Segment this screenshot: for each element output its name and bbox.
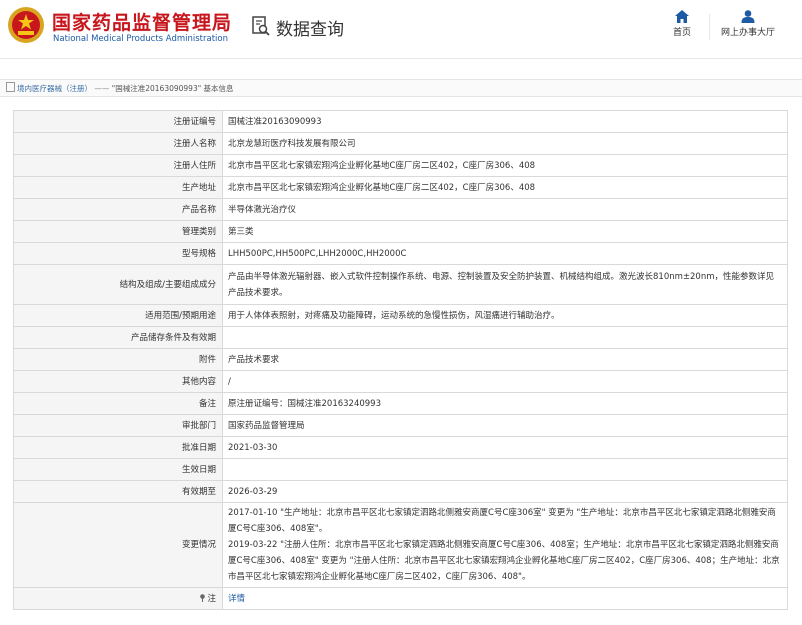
field-value: 北京市昌平区北七家镇宏翔鸿企业孵化基地C座厂房二区402，C座厂房306、408: [222, 176, 788, 199]
user-icon: [741, 10, 755, 23]
field-label: 备注: [13, 392, 223, 415]
document-icon: [6, 82, 15, 92]
field-label: 产品储存条件及有效期: [13, 326, 223, 349]
field-value: 2021-03-30: [222, 436, 788, 459]
change-entry: 2019-03-22 "注册人住所：北京市昌平区北七家镇定泗路北侧雅安商厦C号C…: [228, 540, 780, 582]
table-row: 注册人名称 北京龙慧珩医疗科技发展有限公司: [13, 132, 788, 155]
field-label: 注册人住所: [13, 154, 223, 177]
table-row: 审批部门 国家药品监督管理局: [13, 414, 788, 437]
field-label: 批准日期: [13, 436, 223, 459]
field-label: 结构及组成/主要组成成分: [13, 264, 223, 305]
org-name-cn[interactable]: 国家药品监督管理局: [52, 8, 232, 35]
field-value: [222, 458, 788, 481]
field-value: 国家药品监督管理局: [222, 414, 788, 437]
field-value: LHH500PC,HH500PC,LHH2000C,HH2000C: [222, 242, 788, 265]
detail-link[interactable]: 详情: [228, 594, 245, 604]
table-row: 有效期至 2026-03-29: [13, 480, 788, 503]
nav-service-hall-label: 网上办事大厅: [720, 28, 775, 38]
field-value: 2026-03-29: [222, 480, 788, 503]
table-row: 生效日期: [13, 458, 788, 481]
field-value: 北京市昌平区北七家镇宏翔鸿企业孵化基地C座厂房二区402，C座厂房306、408: [222, 154, 788, 177]
table-row: 其他内容 /: [13, 370, 788, 393]
change-entry: 2017-01-10 "生产地址：北京市昌平区北七家镇定泗路北侧雅安商厦C号C座…: [228, 508, 776, 534]
field-label: 附件: [13, 348, 223, 371]
pin-icon: [200, 593, 206, 602]
table-row: 注 详情: [13, 587, 788, 610]
org-name-en: National Medical Products Administration: [53, 34, 228, 44]
table-row: 附件 产品技术要求: [13, 348, 788, 371]
field-value: 产品技术要求: [222, 348, 788, 371]
table-row: 产品储存条件及有效期: [13, 326, 788, 349]
nav-home-link[interactable]: 首页: [664, 10, 700, 38]
table-row: 管理类别 第三类: [13, 220, 788, 243]
field-label: 产品名称: [13, 198, 223, 221]
field-value: 产品由半导体激光辐射器、嵌入式软件控制操作系统、电源、控制装置及安全防护装置、机…: [222, 264, 788, 305]
registration-detail-table: 注册证编号 国械注准20163090993 注册人名称 北京龙慧珩医疗科技发展有…: [13, 110, 788, 610]
field-value: 详情: [222, 587, 788, 610]
table-row: 产品名称 半导体激光治疗仪: [13, 198, 788, 221]
table-row: 变更情况 2017-01-10 "生产地址：北京市昌平区北七家镇定泗路北侧雅安商…: [13, 502, 788, 588]
nav-home-label: 首页: [672, 28, 691, 38]
table-row: 适用范围/预期用途 用于人体体表照射，对疼痛及功能障碍，运动系统的急慢性损伤，风…: [13, 304, 788, 327]
field-value: 半导体激光治疗仪: [222, 198, 788, 221]
field-value: 用于人体体表照射，对疼痛及功能障碍，运动系统的急慢性损伤，风湿痛进行辅助治疗。: [222, 304, 788, 327]
field-value: 北京龙慧珩医疗科技发展有限公司: [222, 132, 788, 155]
field-label: 注册人名称: [13, 132, 223, 155]
page-title: 数据查询: [276, 20, 344, 40]
field-label: 注: [207, 593, 216, 604]
field-label: 适用范围/预期用途: [13, 304, 223, 327]
field-label: 生产地址: [13, 176, 223, 199]
table-row: 型号规格 LHH500PC,HH500PC,LHH2000C,HH2000C: [13, 242, 788, 265]
breadcrumb-current: "国械注准20163090993" 基本信息: [111, 84, 234, 93]
table-row: 注册人住所 北京市昌平区北七家镇宏翔鸿企业孵化基地C座厂房二区402，C座厂房3…: [13, 154, 788, 177]
field-label: 管理类别: [13, 220, 223, 243]
table-row: 注册证编号 国械注准20163090993: [13, 110, 788, 133]
field-label: 型号规格: [13, 242, 223, 265]
field-value: [222, 326, 788, 349]
field-label: 其他内容: [13, 370, 223, 393]
field-label: 有效期至: [13, 480, 223, 503]
field-label: 变更情况: [13, 502, 223, 588]
field-label: 生效日期: [13, 458, 223, 481]
field-value: 国械注准20163090993: [222, 110, 788, 133]
breadcrumb-category-link[interactable]: 境内医疗器械（注册）: [17, 84, 92, 93]
field-value: /: [222, 370, 788, 393]
field-label: 审批部门: [13, 414, 223, 437]
table-row: 生产地址 北京市昌平区北七家镇宏翔鸿企业孵化基地C座厂房二区402，C座厂房30…: [13, 176, 788, 199]
table-row: 备注 原注册证编号：国械注准20163240993: [13, 392, 788, 415]
breadcrumb-separator: ——: [94, 84, 110, 93]
national-emblem-icon: [8, 7, 44, 43]
field-value: 原注册证编号：国械注准20163240993: [222, 392, 788, 415]
field-value: 第三类: [222, 220, 788, 243]
field-label: 注册证编号: [13, 110, 223, 133]
table-row: 批准日期 2021-03-30: [13, 436, 788, 459]
breadcrumb: 境内医疗器械（注册） —— "国械注准20163090993" 基本信息: [0, 79, 802, 97]
nav-divider: [709, 14, 710, 40]
nav-service-hall-link[interactable]: 网上办事大厅: [716, 10, 780, 38]
table-row: 结构及组成/主要组成成分 产品由半导体激光辐射器、嵌入式软件控制操作系统、电源、…: [13, 264, 788, 305]
search-document-icon: [252, 16, 270, 36]
home-icon: [675, 10, 689, 23]
change-history: 2017-01-10 "生产地址：北京市昌平区北七家镇定泗路北侧雅安商厦C号C座…: [222, 502, 788, 588]
note-label-cell: 注: [13, 587, 223, 610]
site-header: 国家药品监督管理局 National Medical Products Admi…: [0, 0, 802, 59]
